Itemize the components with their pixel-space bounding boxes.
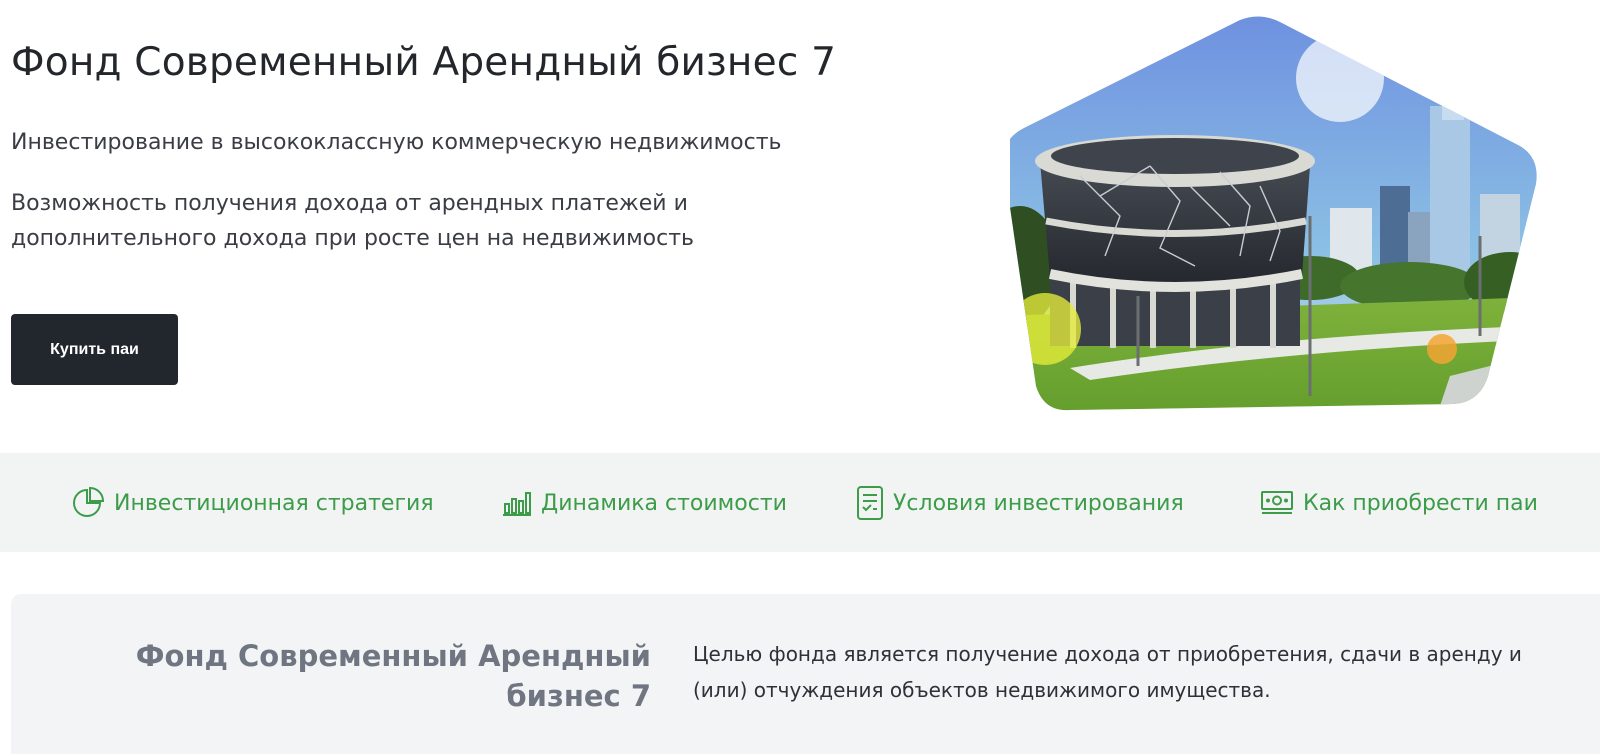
document-list-icon <box>857 486 883 520</box>
buy-shares-button[interactable]: Купить паи <box>11 314 178 385</box>
money-icon <box>1261 491 1293 514</box>
fund-about-title: Фонд Современный Арендный бизнес 7 <box>135 639 651 713</box>
nav-item-label: Условия инвестирования <box>893 490 1184 516</box>
nav-item-label: Как приобрести паи <box>1303 490 1538 516</box>
nav-item-investment-strategy[interactable]: Инвестиционная стратегия <box>71 483 434 523</box>
fund-about-text: Целью фонда является получение дохода от… <box>693 642 1522 702</box>
nav-item-investment-terms[interactable]: Условия инвестирования <box>856 483 1184 523</box>
hero-section: Фонд Современный Арендный бизнес 7 Инвес… <box>0 0 1600 453</box>
pie-chart-icon <box>73 486 105 517</box>
nav-item-label: Инвестиционная стратегия <box>114 490 434 516</box>
nav-item-how-to-buy[interactable]: Как приобрести паи <box>1260 483 1538 523</box>
section-nav: Инвестиционная стратегия Динамика стоимо… <box>0 453 1600 552</box>
nav-item-label: Динамика стоимости <box>541 490 787 516</box>
page-title: Фонд Современный Арендный бизнес 7 <box>11 40 837 85</box>
fund-about-card: Фонд Современный Арендный бизнес 7 Целью… <box>11 594 1600 754</box>
bar-chart-icon <box>503 492 531 516</box>
building-photo <box>1010 16 1537 411</box>
hero-description: Возможность получения дохода от арендных… <box>11 191 695 251</box>
hero-subtitle: Инвестирование в высококлассную коммерче… <box>11 130 782 155</box>
nav-item-value-dynamics[interactable]: Динамика стоимости <box>502 483 787 523</box>
